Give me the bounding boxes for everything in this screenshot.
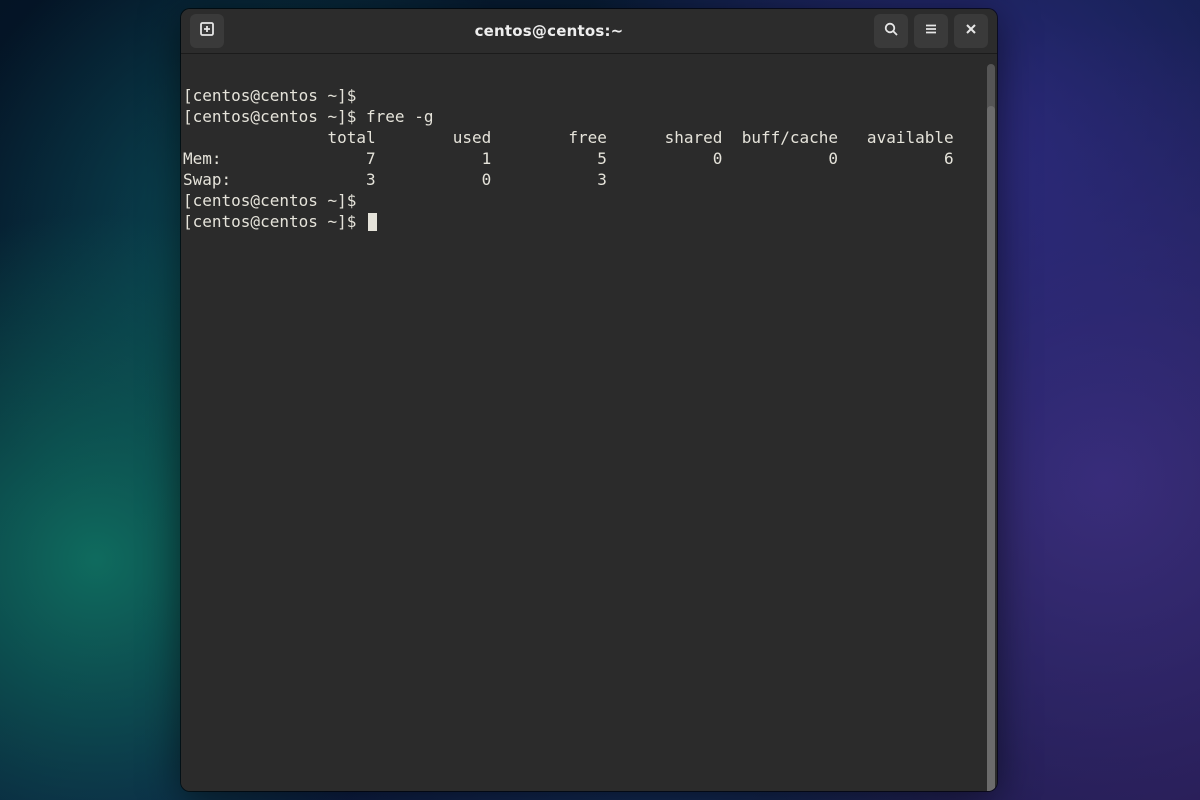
search-icon xyxy=(883,21,899,41)
cursor xyxy=(368,213,377,231)
titlebar[interactable]: centos@centos:~ xyxy=(181,9,997,54)
prompt-current: [centos@centos ~]$ xyxy=(183,212,377,231)
prompt-line: [centos@centos ~]$ xyxy=(183,191,356,210)
scrollbar[interactable] xyxy=(987,64,995,791)
command-line: [centos@centos ~]$ free -g xyxy=(183,107,433,126)
menu-button[interactable] xyxy=(914,14,948,48)
terminal-window: centos@centos:~ [centos@centos ~]$ [cent… xyxy=(181,9,997,791)
close-button[interactable] xyxy=(954,14,988,48)
prompt-line: [centos@centos ~]$ xyxy=(183,86,356,105)
terminal-body[interactable]: [centos@centos ~]$ [centos@centos ~]$ fr… xyxy=(181,54,997,791)
close-icon xyxy=(963,21,979,41)
free-header: total used free shared buff/cache availa… xyxy=(183,128,954,147)
search-button[interactable] xyxy=(874,14,908,48)
window-title: centos@centos:~ xyxy=(227,22,871,40)
free-row-mem: Mem: 7 1 5 0 0 6 xyxy=(183,149,954,168)
scrollbar-thumb[interactable] xyxy=(987,106,995,791)
menu-icon xyxy=(923,21,939,41)
new-tab-button[interactable] xyxy=(190,14,224,48)
new-tab-icon xyxy=(199,21,215,41)
free-row-swap: Swap: 3 0 3 xyxy=(183,170,954,189)
